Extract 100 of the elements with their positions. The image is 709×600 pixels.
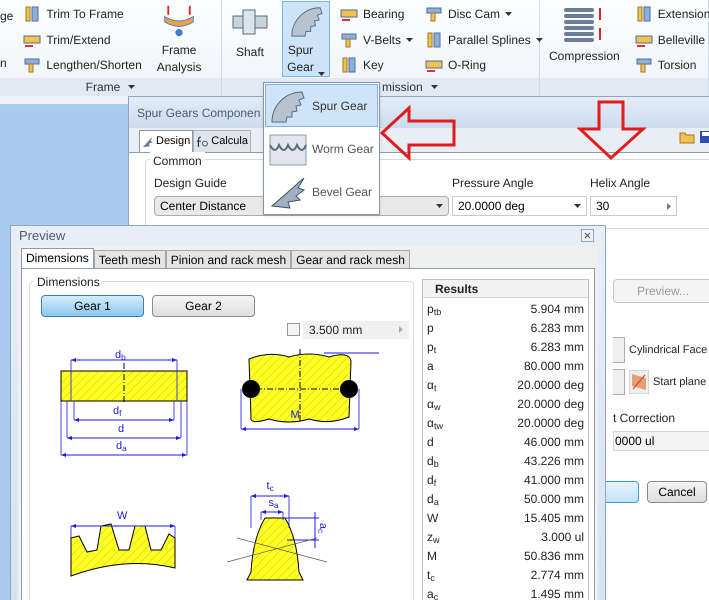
result-value: 46.000 mm: [524, 434, 584, 451]
result-name: p$_{t}$: [427, 339, 436, 356]
tab[interactable]: Gear and rack mesh: [291, 250, 410, 268]
result-value: 20.0000 deg: [517, 415, 584, 432]
ribbon-button[interactable]: Parallel Splines: [423, 28, 545, 52]
field-label: Pressure Angle: [452, 175, 534, 192]
result-name: t$_{c}$: [427, 567, 435, 584]
tab[interactable]: Calcula: [193, 130, 251, 152]
ribbon-button[interactable]: Belleville: [632, 28, 709, 52]
result-name: d$_{a}$: [427, 491, 439, 508]
result-value: 20.0000 deg: [517, 377, 584, 394]
select-field[interactable]: 20.0000 deg: [452, 196, 587, 216]
result-name: d$_{f}$: [427, 472, 436, 489]
spin-arrow-icon[interactable]: [667, 202, 671, 210]
selector-button[interactable]: [613, 337, 625, 363]
result-value: 2.774 mm: [530, 567, 584, 584]
tab[interactable]: Design: [139, 130, 194, 152]
result-value: 43.226 mm: [524, 453, 584, 470]
placement-label: Start plane: [653, 374, 706, 390]
gear-toggle-button[interactable]: Gear 1: [41, 294, 144, 316]
close-button[interactable]: [581, 229, 594, 242]
save-icon[interactable]: [699, 130, 709, 144]
result-value: 50.000 mm: [524, 491, 584, 508]
dropdown-caret-icon: [436, 204, 443, 208]
window-title: Preview: [19, 227, 66, 245]
spin-arrow-icon[interactable]: [399, 326, 403, 333]
spin-field[interactable]: 3.500 mm: [303, 320, 409, 338]
tool-icon: [634, 5, 653, 23]
result-value: 3.000 ul: [541, 529, 584, 546]
dimension-label: d$_{f}$: [113, 404, 122, 416]
result-name: a: [427, 358, 434, 375]
result-name: α$_{w}$: [427, 396, 440, 413]
panel-label[interactable]: mission: [382, 78, 423, 96]
tab[interactable]: Pinion and rack mesh: [166, 250, 292, 268]
ribbon-large-button[interactable]: Frame Analysis: [152, 1, 206, 77]
tool-icon: [340, 56, 358, 74]
ribbon-button[interactable]: Lengthen/Shorten: [21, 53, 144, 77]
ribbon-button[interactable]: Bearing: [338, 2, 416, 26]
field-label: Design Guide: [154, 175, 227, 192]
caret-icon: [406, 38, 414, 42]
caret-icon: [505, 12, 512, 16]
plane-icon[interactable]: [629, 370, 649, 394]
ribbon-item[interactable]: ge: [0, 7, 14, 25]
ribbon-label: Shaft: [236, 44, 264, 61]
checkbox[interactable]: [287, 323, 300, 336]
menu-item[interactable]: Bevel Gear: [265, 170, 378, 213]
ribbon-button[interactable]: Key: [338, 53, 416, 77]
caret-icon: [318, 72, 325, 76]
result-name: p$_{tb}$: [427, 301, 442, 318]
window-title: Spur Gears Componen: [137, 104, 260, 122]
value-field[interactable]: 0000 ul: [613, 431, 709, 451]
tool-icon: [23, 5, 42, 23]
ribbon-button[interactable]: Trim/Extend: [21, 28, 144, 52]
result-name: α$_{t}$: [427, 377, 436, 394]
dropdown-caret-icon: [574, 204, 581, 208]
tool-icon: [425, 30, 444, 48]
tool-icon: [340, 30, 358, 48]
dimension-label: M: [290, 408, 300, 420]
result-value: 1.495 mm: [530, 586, 584, 600]
ribbon-large-button[interactable]: Compression: [544, 1, 625, 77]
ribbon-button[interactable]: Torsion: [632, 53, 709, 77]
gear-icon: [142, 136, 154, 148]
ribbon-label: Frame Analysis: [156, 42, 202, 76]
selector-button[interactable]: [613, 369, 625, 395]
ribbon-button[interactable]: Disc Cam: [423, 2, 545, 26]
dimension-label: W: [117, 510, 128, 522]
result-value: 6.283 mm: [530, 339, 584, 356]
ribbon-button[interactable]: O-Ring: [423, 53, 545, 77]
dimension-label: d: [118, 422, 124, 434]
result-value: 6.283 mm: [530, 320, 584, 337]
result-value: 41.000 mm: [524, 472, 584, 489]
ribbon-large-button[interactable]: Spur Gear: [282, 1, 330, 77]
dimension-label: d$_{a}$: [116, 440, 127, 452]
placement-label: Cylindrical Face: [629, 342, 708, 358]
dimension-label: t$_{c}$: [266, 480, 274, 492]
spin-field[interactable]: 30: [590, 196, 677, 216]
result-value: 15.405 mm: [524, 510, 584, 527]
cancel-button[interactable]: Cancel: [647, 481, 707, 503]
close-icon: [584, 232, 591, 240]
ribbon-button[interactable]: V-Belts: [338, 28, 416, 52]
folder-icon[interactable]: [679, 130, 695, 144]
panel-label[interactable]: Frame: [86, 78, 120, 96]
field-label: t Correction: [613, 410, 676, 427]
gear-toggle-button[interactable]: Gear 2: [152, 294, 255, 316]
ribbon-large-button[interactable]: Shaft: [226, 1, 274, 77]
ribbon-button[interactable]: Trim To Frame: [21, 2, 144, 26]
field-label: Helix Angle: [590, 175, 650, 192]
tab[interactable]: Dimensions: [21, 248, 94, 268]
caret-icon: [536, 38, 543, 42]
result-name: M: [427, 548, 437, 565]
result-name: α$_{tw}$: [427, 415, 443, 432]
ok-button[interactable]: [603, 481, 639, 503]
ribbon-label: Compression: [549, 48, 620, 65]
ribbon-item[interactable]: n: [0, 54, 14, 72]
tab[interactable]: Teeth mesh: [94, 250, 166, 268]
caret-icon: [430, 85, 438, 89]
menu-item[interactable]: Spur Gear: [265, 84, 378, 127]
tool-icon: [634, 56, 653, 74]
result-name: W: [427, 510, 438, 527]
menu-item[interactable]: Worm Gear: [265, 127, 378, 170]
